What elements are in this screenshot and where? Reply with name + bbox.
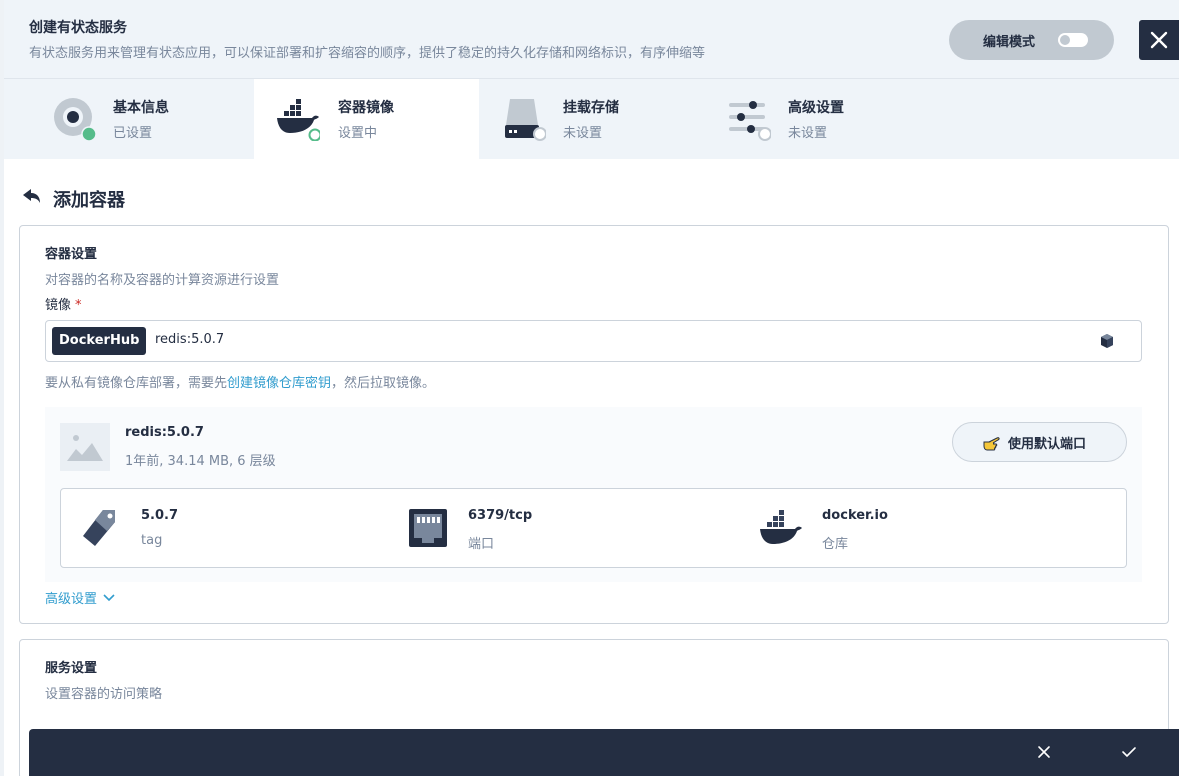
create-statefulset-modal: 创建有状态服务 有状态服务用来管理有状态应用，可以保证部署和扩容缩容的顺序，提供… <box>4 0 1179 776</box>
step-status: 未设置 <box>563 126 603 141</box>
image-placeholder-icon <box>60 423 110 471</box>
edit-mode-toggle[interactable]: 编辑模式 <box>949 20 1114 60</box>
close-button[interactable] <box>1139 20 1179 60</box>
create-secret-link[interactable]: 创建镜像仓库密钥 <box>227 376 331 391</box>
step-title: 容器镜像 <box>338 100 394 116</box>
image-meta: 1年前, 34.14 MB, 6 层级 <box>125 454 276 469</box>
modal-header: 创建有状态服务 有状态服务用来管理有状态应用，可以保证部署和扩容缩容的顺序，提供… <box>4 0 1179 79</box>
image-input[interactable]: DockerHub redis:5.0.7 <box>45 320 1142 362</box>
step-container-image[interactable]: 容器镜像 设置中 <box>254 79 479 159</box>
step-advanced-settings[interactable]: 高级设置 未设置 <box>679 79 904 159</box>
image-input-value: redis:5.0.7 <box>155 332 225 347</box>
container-settings-card: 容器设置 对容器的名称及容器的计算资源进行设置 镜像 * DockerHub re… <box>19 225 1169 624</box>
cancel-icon[interactable] <box>1034 742 1054 762</box>
info-port: 6379/tcp 端口 <box>391 489 741 567</box>
card-title: 容器设置 <box>45 247 98 262</box>
bottom-action-bar <box>29 729 1179 776</box>
step-title: 基本信息 <box>113 100 169 116</box>
docker-icon <box>277 99 320 141</box>
back-arrow-icon[interactable] <box>22 187 42 205</box>
step-status: 未设置 <box>788 126 828 141</box>
modal-title: 创建有状态服务 <box>29 20 127 36</box>
step-title: 挂载存储 <box>563 100 619 116</box>
close-icon <box>1150 31 1168 49</box>
image-label-text: 镜像 <box>45 298 72 313</box>
port-icon <box>409 509 447 547</box>
storage-icon <box>505 99 546 141</box>
image-info-box: 5.0.7 tag 6379/tcp 端口 docker.io 仓库 <box>60 488 1127 568</box>
registry-label: 仓库 <box>822 537 849 552</box>
hint-suffix: ，然后拉取镜像。 <box>331 376 436 391</box>
toggle-knob <box>1060 35 1070 45</box>
advanced-settings-toggle[interactable]: 高级设置 <box>45 588 115 607</box>
sliders-icon <box>729 101 771 141</box>
modal-description: 有状态服务用来管理有状态应用，可以保证部署和扩容缩容的顺序，提供了稳定的持久化存… <box>29 46 706 61</box>
hint-prefix: 要从私有镜像仓库部署，需要先 <box>45 376 228 391</box>
tag-label: tag <box>141 533 163 548</box>
card-title: 服务设置 <box>45 661 98 676</box>
step-title: 高级设置 <box>788 100 844 116</box>
step-status: 设置中 <box>338 126 378 141</box>
step-basic-info[interactable]: 基本信息 已设置 <box>4 79 229 159</box>
step-status: 已设置 <box>113 126 153 141</box>
card-description: 设置容器的访问策略 <box>45 687 163 702</box>
section-title: 添加容器 <box>53 190 125 211</box>
docker-icon <box>760 510 802 544</box>
wizard-steps: 基本信息 已设置 容器镜像 设置中 挂载存储 未设置 高级设置 未设置 <box>4 79 1179 159</box>
tag-value: 5.0.7 <box>141 508 179 523</box>
registry-value: docker.io <box>822 508 888 523</box>
port-label: 端口 <box>468 537 495 552</box>
info-registry: docker.io 仓库 <box>741 489 1126 567</box>
advanced-settings-label: 高级设置 <box>45 592 98 607</box>
tag-icon <box>83 510 115 546</box>
registry-hint: 要从私有镜像仓库部署，需要先创建镜像仓库密钥，然后拉取镜像。 <box>45 372 435 391</box>
image-details-panel: redis:5.0.7 1年前, 34.14 MB, 6 层级 使用默认端口 5… <box>45 407 1142 582</box>
registry-selector[interactable]: DockerHub <box>52 327 147 355</box>
info-tag: 5.0.7 tag <box>61 489 391 567</box>
confirm-check-icon[interactable] <box>1119 742 1139 762</box>
basic-info-icon <box>54 98 96 141</box>
card-description: 对容器的名称及容器的计算资源进行设置 <box>45 273 280 288</box>
step-mount-storage[interactable]: 挂载存储 未设置 <box>454 79 679 159</box>
toggle-switch[interactable] <box>1058 33 1088 47</box>
chevron-down-icon <box>103 593 115 601</box>
image-field-label: 镜像 * <box>45 294 82 313</box>
default-port-label: 使用默认端口 <box>1008 436 1087 452</box>
image-name: redis:5.0.7 <box>125 425 204 440</box>
edit-mode-label: 编辑模式 <box>983 34 1036 50</box>
port-value: 6379/tcp <box>468 508 533 523</box>
required-mark: * <box>75 298 82 313</box>
use-default-port-button[interactable]: 使用默认端口 <box>952 422 1127 462</box>
cube-icon[interactable] <box>1099 333 1115 349</box>
pointing-hand-icon <box>983 437 1000 451</box>
